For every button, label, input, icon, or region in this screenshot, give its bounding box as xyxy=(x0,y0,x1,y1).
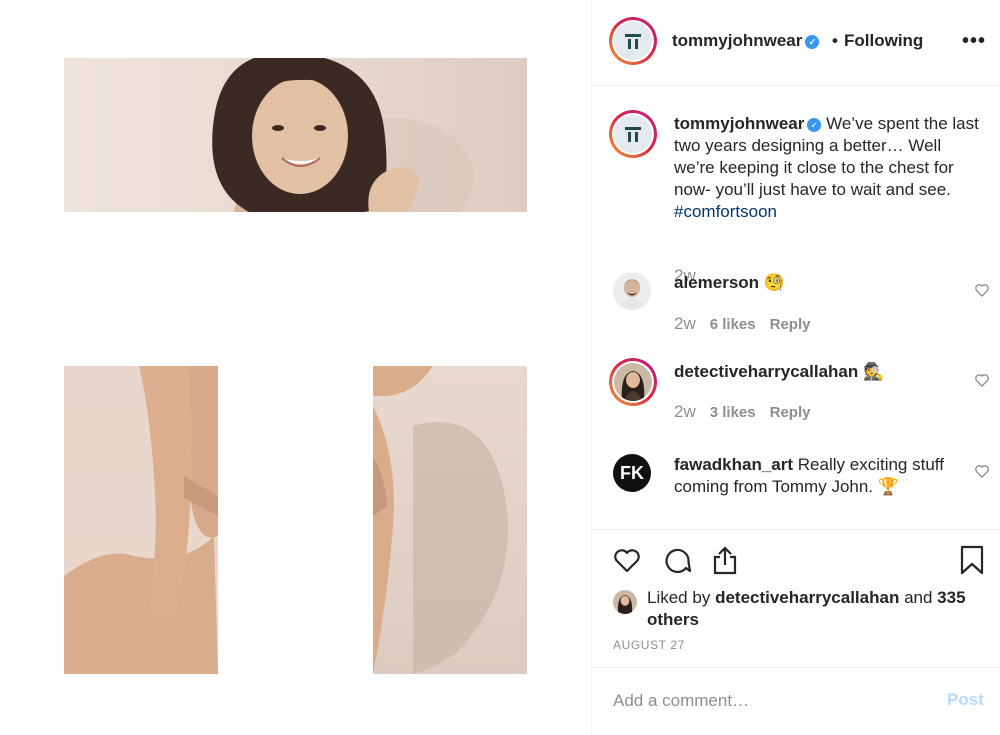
avatar[interactable] xyxy=(613,590,637,614)
media-photo-hip xyxy=(373,366,527,674)
comment-text: detectiveharrycallahan 🕵 xyxy=(674,361,979,383)
tj-logo-icon xyxy=(625,34,641,49)
bookmark-icon[interactable] xyxy=(957,545,987,575)
comment-meta: 2w 6 likes Reply xyxy=(674,314,810,334)
heart-icon[interactable] xyxy=(974,282,990,298)
avatar[interactable] xyxy=(613,272,651,310)
heart-icon[interactable] xyxy=(974,463,990,479)
more-icon[interactable]: ••• xyxy=(962,30,986,53)
comment-text: alemerson 🧐 xyxy=(674,272,979,294)
caption-avatar[interactable] xyxy=(609,110,657,158)
tj-logo-icon xyxy=(625,127,641,142)
author-username[interactable]: tommyjohnwear ✓ xyxy=(672,31,820,51)
heart-icon[interactable] xyxy=(612,545,642,575)
hashtag-link[interactable]: #comfortsoon xyxy=(674,202,777,221)
share-icon[interactable] xyxy=(710,545,740,575)
comments-list[interactable]: tommyjohnwear ✓ We’ve spent the last two … xyxy=(592,86,1000,529)
post-media[interactable] xyxy=(0,0,591,735)
avatar-detective xyxy=(614,363,652,401)
follow-separator: • xyxy=(832,31,838,50)
following-button[interactable]: Following xyxy=(844,31,923,51)
reply-button[interactable]: Reply xyxy=(770,316,811,333)
avatar[interactable] xyxy=(609,358,657,406)
comment-input[interactable] xyxy=(613,690,923,712)
comment-text: fawadkhan_art Really exciting stuff comi… xyxy=(674,454,979,498)
post-sidebar: tommyjohnwear ✓ • Following ••• tommyjoh… xyxy=(591,0,1000,735)
media-photo-arm xyxy=(64,366,218,674)
comment-body: 🕵 xyxy=(863,362,885,381)
verified-icon: ✓ xyxy=(805,35,820,49)
author-avatar[interactable] xyxy=(609,17,657,65)
avatar[interactable]: FK xyxy=(613,454,651,492)
heart-icon[interactable] xyxy=(974,372,990,388)
post-header: tommyjohnwear ✓ • Following ••• xyxy=(592,0,1000,86)
verified-icon: ✓ xyxy=(807,118,822,132)
reply-button[interactable]: Reply xyxy=(770,404,811,421)
arm-illustration xyxy=(64,366,218,674)
caption-username[interactable]: tommyjohnwear xyxy=(674,114,804,133)
face-illustration xyxy=(212,58,474,212)
media-photo-face xyxy=(64,58,527,212)
avatar-detective xyxy=(613,590,637,614)
add-comment-bar: Post xyxy=(592,667,1000,735)
post-date[interactable]: AUGUST 27 xyxy=(613,638,685,652)
avatar-alemerson xyxy=(613,272,651,310)
caption-text: tommyjohnwear ✓ We’ve spent the last two … xyxy=(674,113,979,223)
comment-body: 🧐 xyxy=(763,273,785,292)
comment-username[interactable]: fawadkhan_art xyxy=(674,455,793,474)
likes-text: Liked by detectiveharrycallahan and 335 … xyxy=(647,588,966,629)
comment-username[interactable]: detectiveharrycallahan xyxy=(674,362,858,381)
comment-time[interactable]: 2w xyxy=(674,402,696,421)
post-button[interactable]: Post xyxy=(947,690,984,710)
hip-illustration xyxy=(373,366,508,674)
comment-likes[interactable]: 6 likes xyxy=(710,316,756,333)
comment-meta: 2w 3 likes Reply xyxy=(674,402,810,422)
liked-by-user[interactable]: detectiveharrycallahan xyxy=(715,588,899,607)
comment-username[interactable]: alemerson xyxy=(674,273,759,292)
post-actions: Liked by detectiveharrycallahan and 335 … xyxy=(592,529,1000,667)
comment-time[interactable]: 2w xyxy=(674,314,696,333)
comment-likes[interactable]: 3 likes xyxy=(710,404,756,421)
comment-icon[interactable] xyxy=(662,545,692,575)
